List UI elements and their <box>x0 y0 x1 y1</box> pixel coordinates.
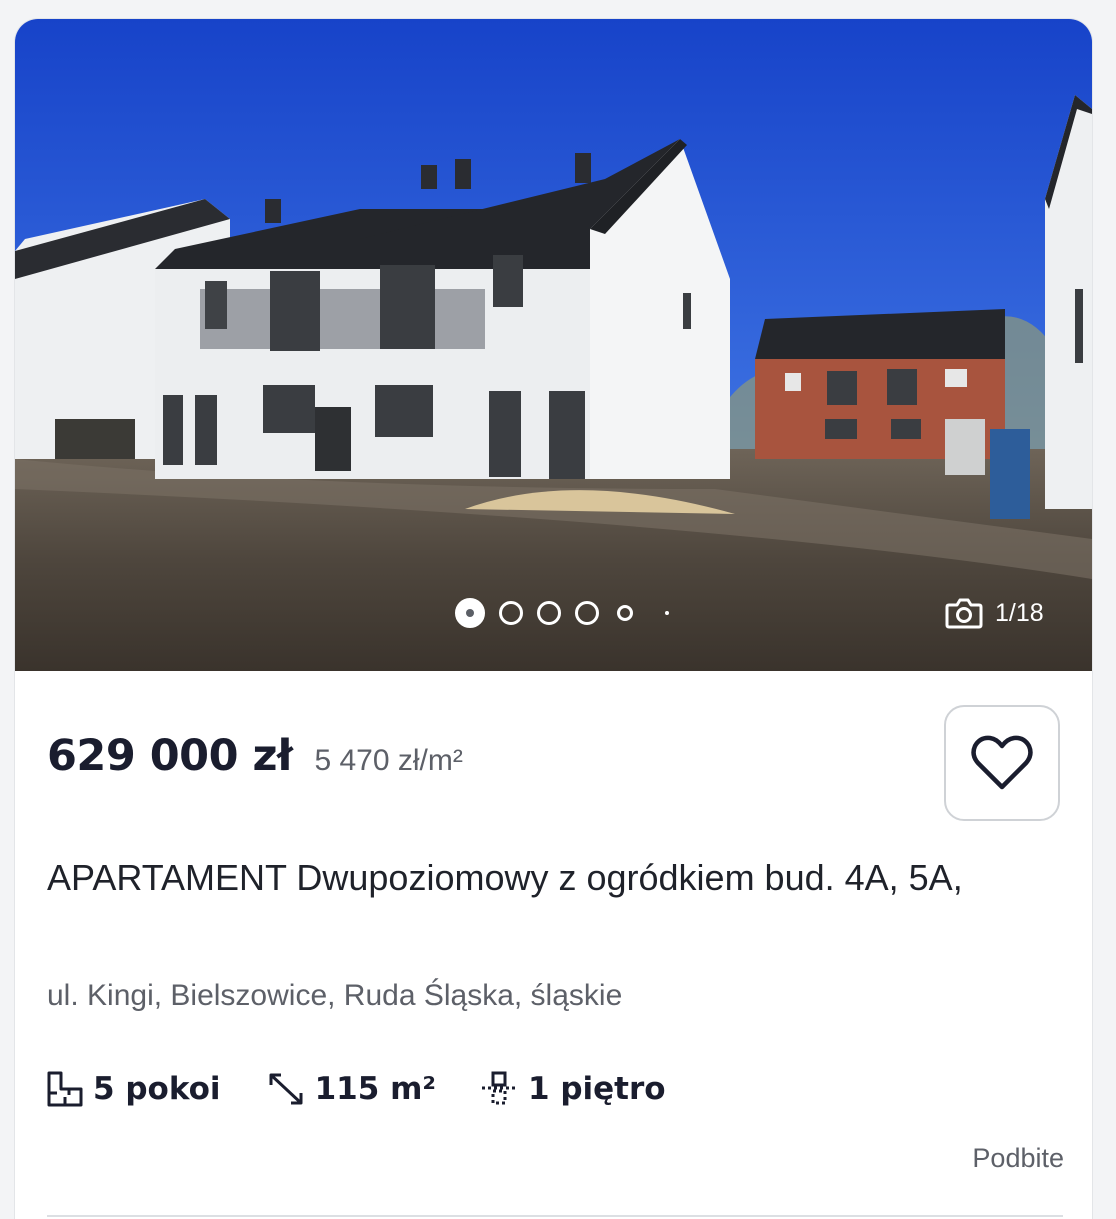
feature-area: 115 m² <box>265 1069 436 1109</box>
feature-floor-label: 1 piętro <box>527 1071 666 1107</box>
listing-title[interactable]: APARTAMENT Dwupoziomowy z ogródkiem bud.… <box>47 851 1067 905</box>
listing-price: 629 000 zł <box>47 731 293 781</box>
feature-floor: 1 piętro <box>480 1069 666 1109</box>
favorite-button[interactable] <box>944 705 1060 821</box>
area-arrows-icon <box>269 1073 303 1105</box>
promoted-badge: Podbite <box>972 1143 1064 1173</box>
listing-card[interactable]: 1/18 629 000 zł 5 470 zł/m² APARTAMENT D… <box>14 18 1093 1219</box>
photo-counter: 1/18 <box>945 595 1044 631</box>
stairs-icon <box>481 1071 518 1105</box>
price-row: 629 000 zł 5 470 zł/m² <box>47 731 463 781</box>
gallery-dot[interactable] <box>665 611 669 615</box>
divider <box>47 1215 1063 1217</box>
price-per-m2: 5 470 zł/m² <box>314 744 463 777</box>
gallery-dot[interactable] <box>537 601 561 625</box>
listing-photo[interactable]: 1/18 <box>15 19 1092 671</box>
feature-area-label: 115 m² <box>314 1071 436 1107</box>
gallery-pagination-dots[interactable] <box>455 597 683 629</box>
feature-rooms: 5 pokoi <box>45 1069 221 1109</box>
camera-icon <box>945 598 983 629</box>
heart-icon <box>971 735 1033 790</box>
feature-rooms-label: 5 pokoi <box>93 1071 221 1107</box>
listing-address: ul. Kingi, Bielszowice, Ruda Śląska, ślą… <box>47 979 623 1012</box>
gallery-dot[interactable] <box>499 601 523 625</box>
floor-plan-icon <box>47 1071 83 1107</box>
gallery-dot[interactable] <box>617 605 633 621</box>
gallery-dot-active[interactable] <box>455 598 485 628</box>
photo-counter-text: 1/18 <box>995 598 1044 627</box>
listing-features: 5 pokoi 115 m² 1 piętro <box>45 1069 710 1109</box>
gallery-dot[interactable] <box>575 601 599 625</box>
house-photo-image <box>15 19 1092 671</box>
